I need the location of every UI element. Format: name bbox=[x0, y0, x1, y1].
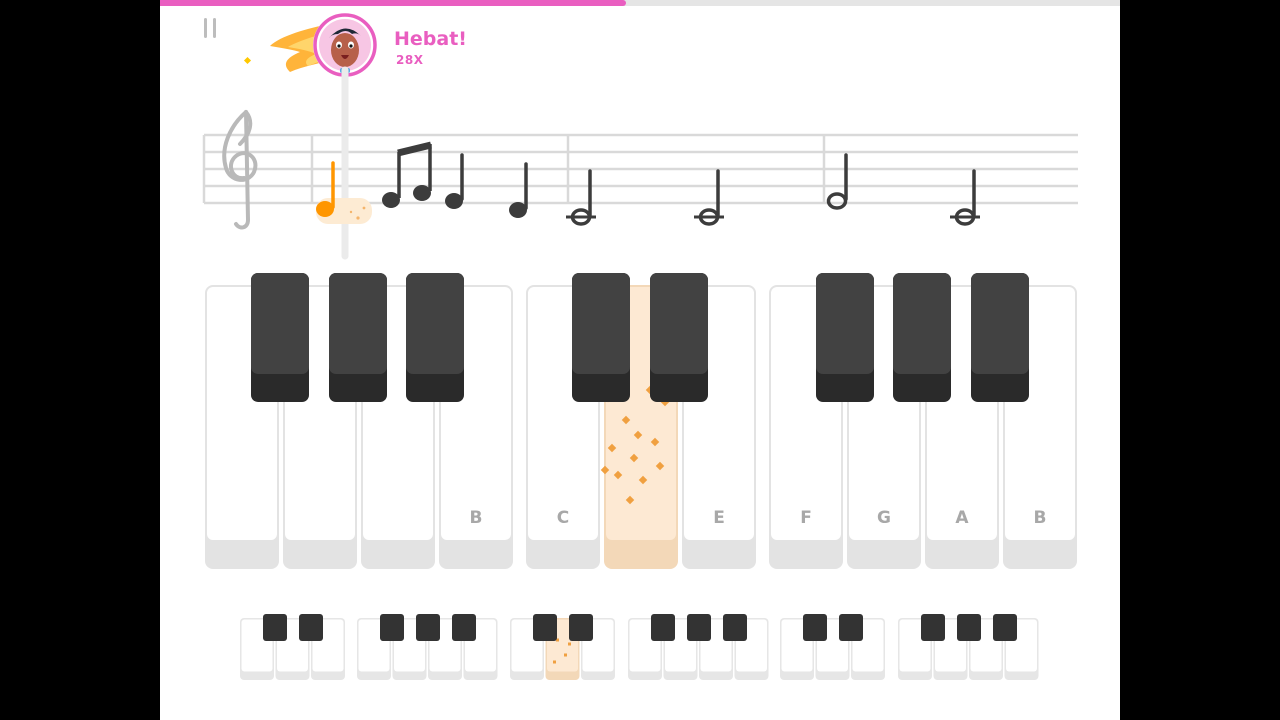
key-label: A bbox=[955, 508, 969, 528]
piano-black-key[interactable] bbox=[971, 273, 1029, 402]
keyboard-section[interactable] bbox=[780, 614, 885, 680]
keyboard-section[interactable] bbox=[357, 614, 498, 680]
sparkle-icon bbox=[349, 210, 353, 214]
sparkle-icon bbox=[564, 653, 567, 657]
note-half bbox=[950, 169, 980, 226]
keyboard-section[interactable] bbox=[898, 614, 1039, 680]
keyboard-section[interactable] bbox=[240, 614, 345, 680]
mini-black-key bbox=[957, 614, 981, 641]
key-label: F bbox=[800, 508, 812, 528]
sparkle-icon bbox=[553, 660, 556, 664]
staff-lines bbox=[202, 133, 1078, 205]
note-half bbox=[826, 153, 848, 210]
piano-black-key[interactable] bbox=[650, 273, 708, 402]
piano-black-key[interactable] bbox=[251, 273, 309, 402]
key-label: C bbox=[557, 508, 569, 528]
keyboard-section[interactable] bbox=[628, 614, 769, 680]
current-note bbox=[316, 161, 335, 217]
mini-black-key bbox=[263, 614, 287, 641]
mini-black-key bbox=[839, 614, 863, 641]
note-quarter bbox=[509, 162, 528, 218]
keyboard-section[interactable] bbox=[510, 614, 615, 680]
mini-black-key bbox=[533, 614, 557, 641]
piano-black-key[interactable] bbox=[816, 273, 874, 402]
key-label: G bbox=[877, 508, 891, 528]
piano-black-key[interactable] bbox=[406, 273, 464, 402]
key-label: B bbox=[1034, 508, 1047, 528]
note-eighth-pair bbox=[382, 141, 432, 208]
piano-black-key[interactable] bbox=[329, 273, 387, 402]
mini-black-key bbox=[687, 614, 711, 641]
mini-black-key bbox=[380, 614, 404, 641]
mini-black-key bbox=[921, 614, 945, 641]
music-staff bbox=[202, 66, 1078, 260]
sparkle-icon bbox=[362, 206, 366, 210]
mini-black-key bbox=[651, 614, 675, 641]
piano-black-key[interactable] bbox=[893, 273, 951, 402]
piano-black-key[interactable] bbox=[572, 273, 630, 402]
mini-black-key bbox=[803, 614, 827, 641]
note-half bbox=[694, 169, 724, 226]
mini-black-key bbox=[723, 614, 747, 641]
mini-black-key bbox=[452, 614, 476, 641]
sparkle-icon bbox=[568, 642, 571, 646]
piano-lesson-screen: Hebat! 28X B C E F G A B bbox=[160, 0, 1120, 720]
key-label: B bbox=[470, 508, 483, 528]
sparkle-icon bbox=[356, 216, 360, 220]
note-half bbox=[566, 169, 596, 226]
mini-black-key bbox=[299, 614, 323, 641]
piano-keyboard: BCEFGAB bbox=[205, 273, 1077, 569]
mini-black-key bbox=[993, 614, 1017, 641]
mini-black-key bbox=[569, 614, 593, 641]
mini-black-key bbox=[416, 614, 440, 641]
keyboard-overview bbox=[240, 614, 1039, 680]
note-quarter bbox=[445, 153, 464, 209]
key-label: E bbox=[713, 508, 725, 528]
